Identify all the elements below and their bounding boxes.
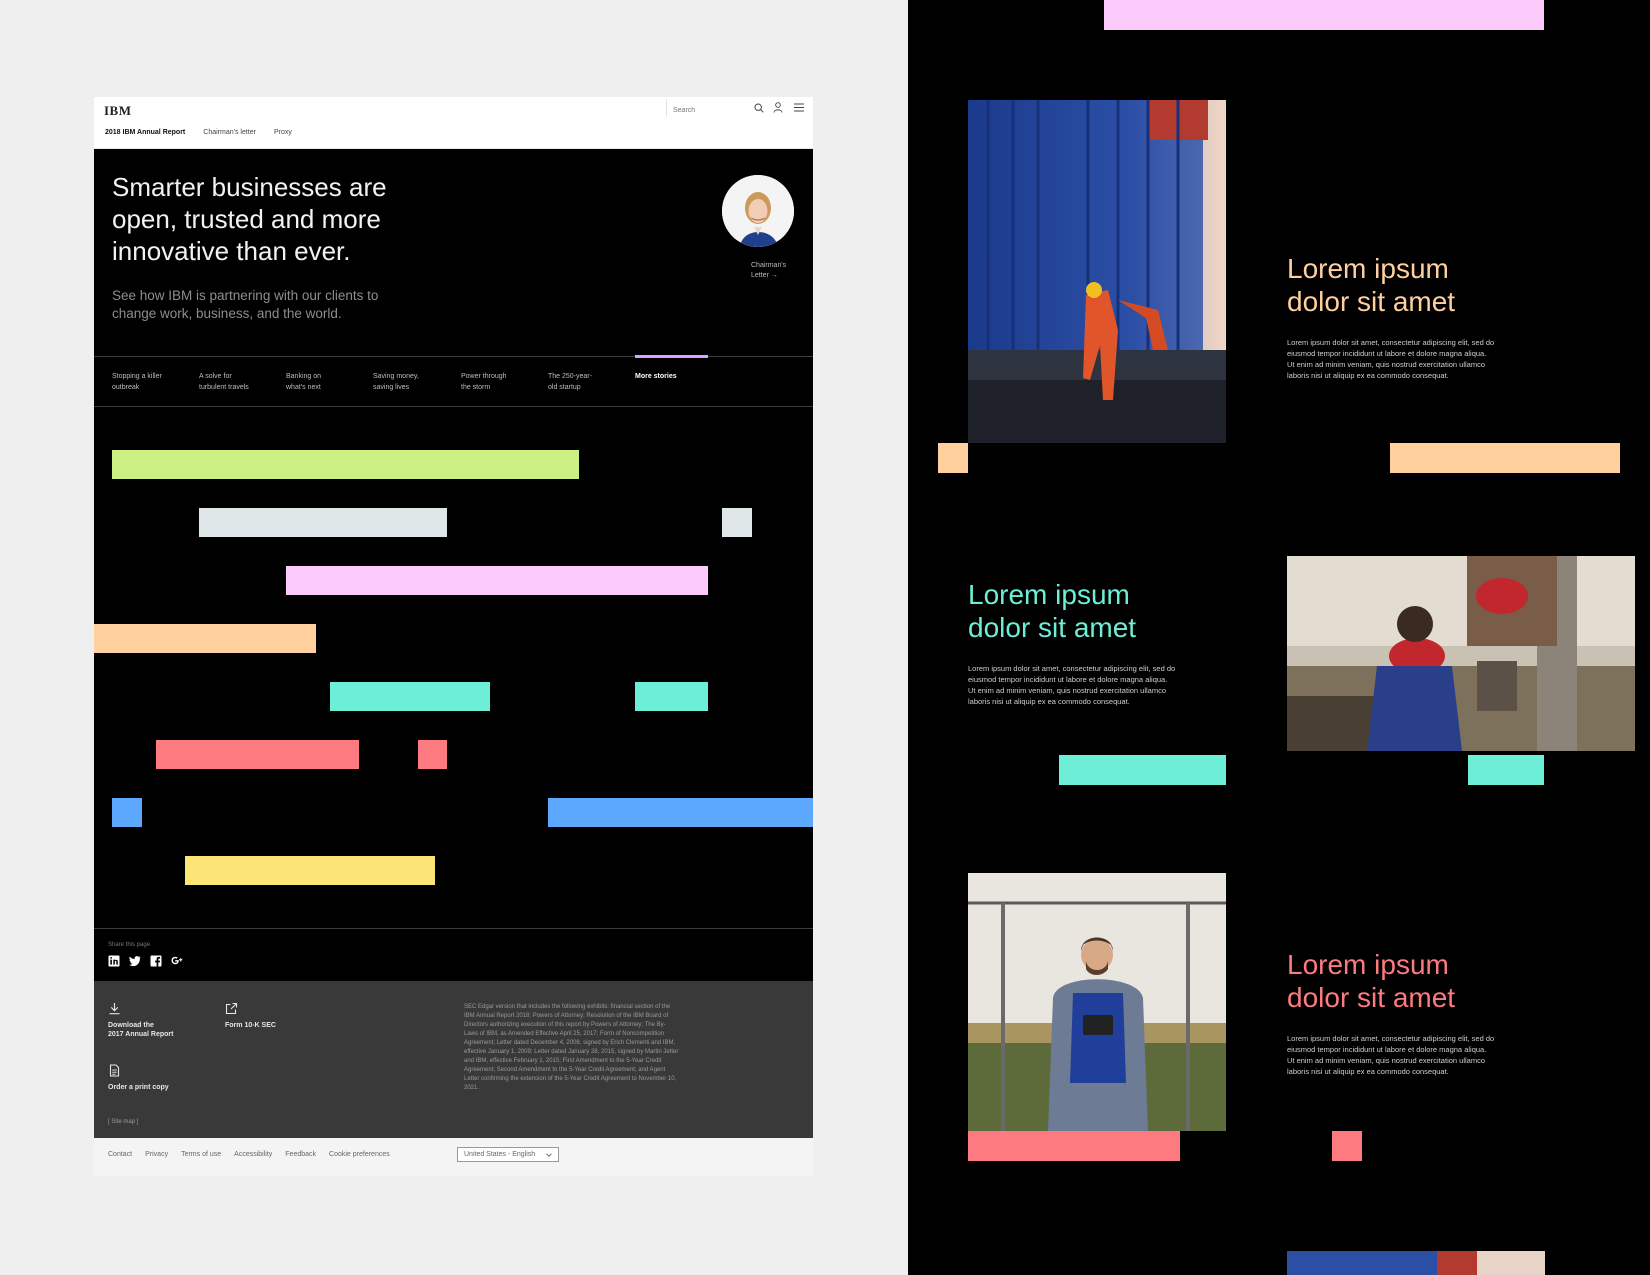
footer-link-feedback[interactable]: Feedback <box>285 1151 316 1158</box>
story-layout-panel: Lorem ipsum dolor sit amet Lorem ipsum do… <box>908 0 1650 1275</box>
footer-light: Contact Privacy Terms of use Accessibili… <box>94 1138 813 1176</box>
ibm-logo[interactable]: IBM <box>104 103 132 119</box>
gray-block <box>199 508 447 537</box>
story-tab[interactable]: The 250-year-old startup <box>548 371 628 393</box>
gray-block-small <box>722 508 752 537</box>
twitter-icon[interactable] <box>129 955 141 967</box>
footer-links: Contact Privacy Terms of use Accessibili… <box>108 1151 390 1158</box>
share-icons <box>108 955 183 967</box>
port-worker-photo <box>968 100 1226 443</box>
avatar-caption-line2: Letter → <box>751 272 778 279</box>
peach-block <box>94 624 316 653</box>
blue-block <box>548 798 813 827</box>
coral-square <box>1332 1131 1362 1161</box>
sub-navigation: 2018 IBM Annual Report Chairman's letter… <box>105 129 292 136</box>
coral-bar <box>968 1131 1180 1161</box>
download-label-line2: 2017 Annual Report <box>108 1031 174 1038</box>
teal-bar-small <box>1468 755 1544 785</box>
user-icon[interactable] <box>773 102 783 113</box>
avatar-caption-line1: Chairman's <box>751 262 787 269</box>
chevron-down-icon <box>546 1153 552 1157</box>
section3-title: Lorem ipsum dolor sit amet <box>1287 949 1456 1013</box>
active-tab-indicator <box>635 355 708 358</box>
subnav-annual-report[interactable]: 2018 IBM Annual Report <box>105 129 185 136</box>
subnav-chairmans-letter[interactable]: Chairman's letter <box>203 129 256 136</box>
story-tab[interactable]: Saving money, saving lives <box>373 371 453 393</box>
section2-body: Lorem ipsum dolor sit amet, consectetur … <box>968 664 1176 706</box>
facebook-icon[interactable] <box>150 955 162 967</box>
share-bar: Share this page <box>94 929 813 981</box>
story-tab-more-stories[interactable]: More stories <box>635 371 715 382</box>
footer-link-accessibility[interactable]: Accessibility <box>234 1151 272 1158</box>
chairman-letter-link[interactable]: Chairman's Letter → <box>751 261 786 281</box>
annual-report-page: IBM 2018 IBM Annual Report Chairman's le… <box>94 97 813 1176</box>
section1-title: Lorem ipsum dolor sit amet <box>1287 253 1456 317</box>
external-link-icon <box>225 1002 238 1015</box>
coral-block <box>156 740 359 769</box>
story-tab[interactable]: Stopping a killer outbreak <box>112 371 192 393</box>
search-icon[interactable] <box>754 103 764 113</box>
color-block-graphic <box>94 407 813 929</box>
download-annual-report-link[interactable]: Download the 2017 Annual Report <box>108 1002 173 1039</box>
form-10k-label: Form 10-K SEC <box>225 1022 276 1029</box>
farmer-tablet-photo <box>968 873 1226 1131</box>
teal-bar <box>1059 755 1226 785</box>
form-10k-link[interactable]: Form 10-K SEC <box>225 1002 276 1030</box>
share-label: Share this page <box>108 942 151 948</box>
footer-link-terms[interactable]: Terms of use <box>181 1151 221 1158</box>
coral-block-small <box>418 740 447 769</box>
linkedin-icon[interactable] <box>108 955 120 967</box>
pink-block <box>286 566 708 595</box>
menu-icon[interactable] <box>794 103 804 112</box>
search-box <box>666 99 766 120</box>
site-map-link[interactable]: [ Site map ] <box>108 1119 138 1125</box>
blue-block-small <box>112 798 142 827</box>
print-label: Order a print copy <box>108 1084 169 1091</box>
footer-link-contact[interactable]: Contact <box>108 1151 132 1158</box>
peach-bar <box>1390 443 1620 473</box>
section3-body: Lorem ipsum dolor sit amet, consectetur … <box>1287 1034 1495 1076</box>
footer-link-privacy[interactable]: Privacy <box>145 1151 168 1158</box>
order-print-copy-link[interactable]: Order a print copy <box>108 1064 169 1092</box>
footer-dark: Download the 2017 Annual Report Form 10-… <box>94 981 813 1138</box>
yellow-block <box>185 856 435 885</box>
locale-select[interactable]: United States - English <box>457 1147 559 1162</box>
green-block <box>112 450 579 479</box>
google-plus-icon[interactable] <box>171 955 183 967</box>
subnav-proxy[interactable]: Proxy <box>274 129 292 136</box>
section2-title: Lorem ipsum dolor sit amet <box>968 579 1137 643</box>
hero-headline: Smarter businesses are open, trusted and… <box>112 172 387 266</box>
water-pump-photo <box>1287 556 1635 751</box>
legal-text: SEC Edgar version that includes the foll… <box>464 1004 679 1091</box>
teal-block <box>330 682 490 711</box>
footer-link-cookies[interactable]: Cookie preferences <box>329 1151 390 1158</box>
search-input[interactable] <box>667 101 747 120</box>
peach-square <box>938 443 968 473</box>
masthead: IBM 2018 IBM Annual Report Chairman's le… <box>94 97 813 149</box>
document-icon <box>109 1064 120 1077</box>
section1-body: Lorem ipsum dolor sit amet, consectetur … <box>1287 338 1495 380</box>
story-tab[interactable]: Power through the storm <box>461 371 541 393</box>
teal-block-small <box>635 682 708 711</box>
story-tab[interactable]: A solve for turbulent travels <box>199 371 279 393</box>
story-tab[interactable]: Banking on what's next <box>286 371 366 393</box>
hero: Smarter businesses are open, trusted and… <box>94 149 813 357</box>
hero-subhead: See how IBM is partnering with our clien… <box>112 288 379 321</box>
download-icon <box>109 1003 120 1015</box>
story-tabs: Stopping a killer outbreak A solve for tur… <box>94 355 813 407</box>
pink-bar <box>1104 0 1544 30</box>
locale-value: United States - English <box>464 1151 536 1158</box>
download-label-line1: Download the <box>108 1022 154 1029</box>
chairman-avatar[interactable] <box>722 175 794 247</box>
next-story-photo <box>1287 1251 1545 1275</box>
